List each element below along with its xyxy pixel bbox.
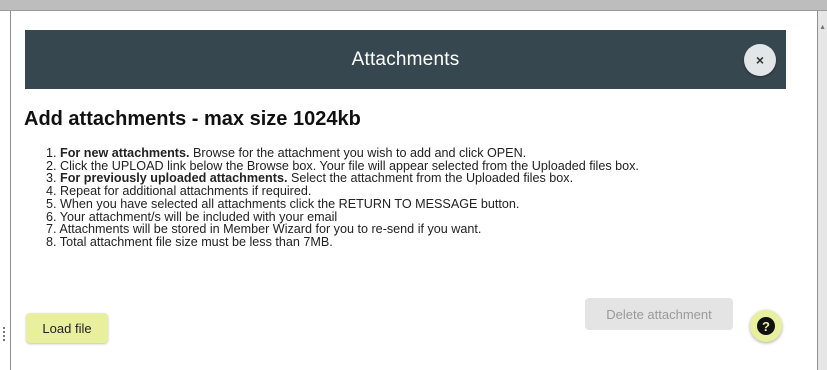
scrollbar[interactable]: ▲ [818,11,827,370]
instruction-item: 8. Total attachment file size must be le… [46,236,639,249]
resize-dots [3,327,7,341]
help-button[interactable]: ? [750,310,782,342]
instruction-text: Total attachment file size must be less … [59,234,333,249]
dialog-header: Attachments × [25,30,786,89]
close-icon[interactable]: × [756,52,764,68]
page-backdrop [0,0,827,11]
instruction-text: Select the attachment from the Uploaded … [287,171,574,186]
dialog-title: Attachments [351,48,460,70]
instruction-number: 8. [46,234,57,249]
close-button[interactable]: × [744,44,776,76]
left-backdrop [0,11,10,370]
load-file-button[interactable]: Load file [26,313,108,343]
page-title: Add attachments - max size 1024kb [24,108,361,130]
instructions-list: 1. For new attachments. Browse for the a… [46,147,639,249]
delete-attachment-button[interactable]: Delete attachment [585,298,733,330]
question-circle-icon[interactable]: ? [757,317,775,335]
scroll-up-icon[interactable]: ▲ [819,24,826,31]
